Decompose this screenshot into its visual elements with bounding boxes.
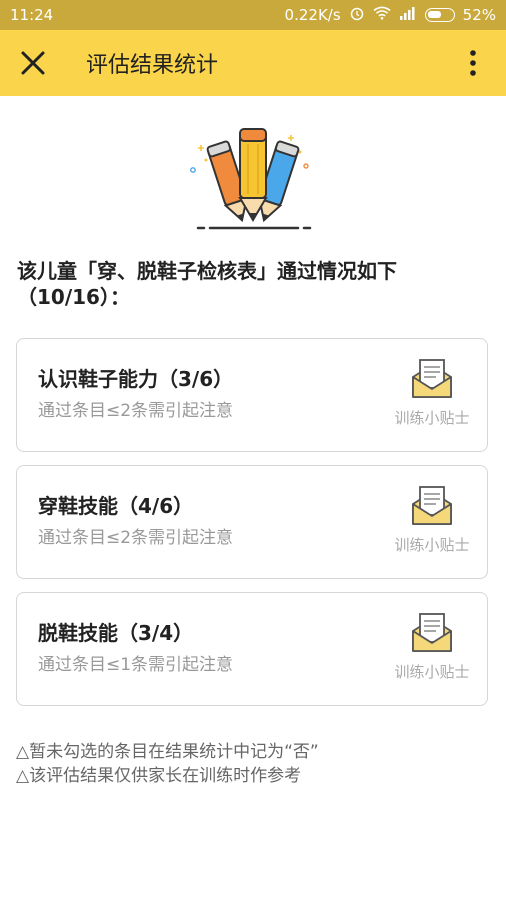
envelope-icon	[412, 359, 452, 398]
tips-label: 训练小贴士	[394, 536, 470, 554]
envelope-icon	[412, 486, 452, 525]
status-right: 0.22K/s 52%	[285, 5, 496, 25]
result-card-put-on[interactable]: 穿鞋技能（4/6） 通过条目≤2条需引起注意 训练小贴士	[16, 465, 488, 579]
card-note: 通过条目≤2条需引起注意	[38, 401, 234, 421]
summary-text: 该儿童「穿、脱鞋子检核表」通过情况如下 （10/16）：	[17, 258, 489, 310]
battery-icon	[424, 8, 455, 22]
status-bar: 11:24 0.22K/s 52%	[0, 0, 506, 30]
card-title: 穿鞋技能（4/6）	[38, 494, 194, 518]
result-card-recognize[interactable]: 认识鞋子能力（3/6） 通过条目≤2条需引起注意 训练小贴士	[16, 338, 488, 452]
summary-line1: 该儿童「穿、脱鞋子检核表」通过情况如下	[17, 259, 397, 283]
training-tips-button[interactable]: 训练小贴士	[387, 611, 477, 693]
close-button[interactable]	[0, 30, 66, 96]
close-icon	[21, 51, 45, 75]
network-speed: 0.22K/s	[284, 6, 341, 24]
more-vertical-icon	[470, 50, 476, 76]
tips-label: 训练小贴士	[394, 409, 470, 427]
battery-percent: 52%	[462, 6, 496, 24]
training-tips-button[interactable]: 训练小贴士	[387, 484, 477, 566]
result-card-take-off[interactable]: 脱鞋技能（3/4） 通过条目≤1条需引起注意 训练小贴士	[16, 592, 488, 706]
alarm-icon	[349, 5, 365, 25]
footnotes: △暂未勾选的条目在结果统计中记为“否” △该评估结果仅供家长在训练时作参考	[16, 740, 319, 788]
summary-line2: （10/16）：	[17, 285, 130, 309]
card-title: 脱鞋技能（3/4）	[38, 621, 194, 645]
signal-icon	[399, 6, 417, 24]
tips-label: 训练小贴士	[394, 663, 470, 681]
envelope-icon	[412, 613, 452, 652]
card-title: 认识鞋子能力（3/6）	[38, 367, 234, 391]
card-note: 通过条目≤1条需引起注意	[38, 655, 234, 675]
card-note: 通过条目≤2条需引起注意	[38, 528, 234, 548]
training-tips-button[interactable]: 训练小贴士	[387, 357, 477, 439]
footnote-2: △该评估结果仅供家长在训练时作参考	[16, 766, 302, 786]
toolbar: 评估结果统计	[0, 30, 506, 96]
pencils-illustration	[178, 120, 328, 230]
page-title: 评估结果统计	[86, 53, 219, 78]
more-button[interactable]	[440, 30, 506, 96]
status-time: 11:24	[10, 6, 54, 24]
wifi-icon	[373, 6, 391, 24]
footnote-1: △暂未勾选的条目在结果统计中记为“否”	[16, 742, 319, 762]
